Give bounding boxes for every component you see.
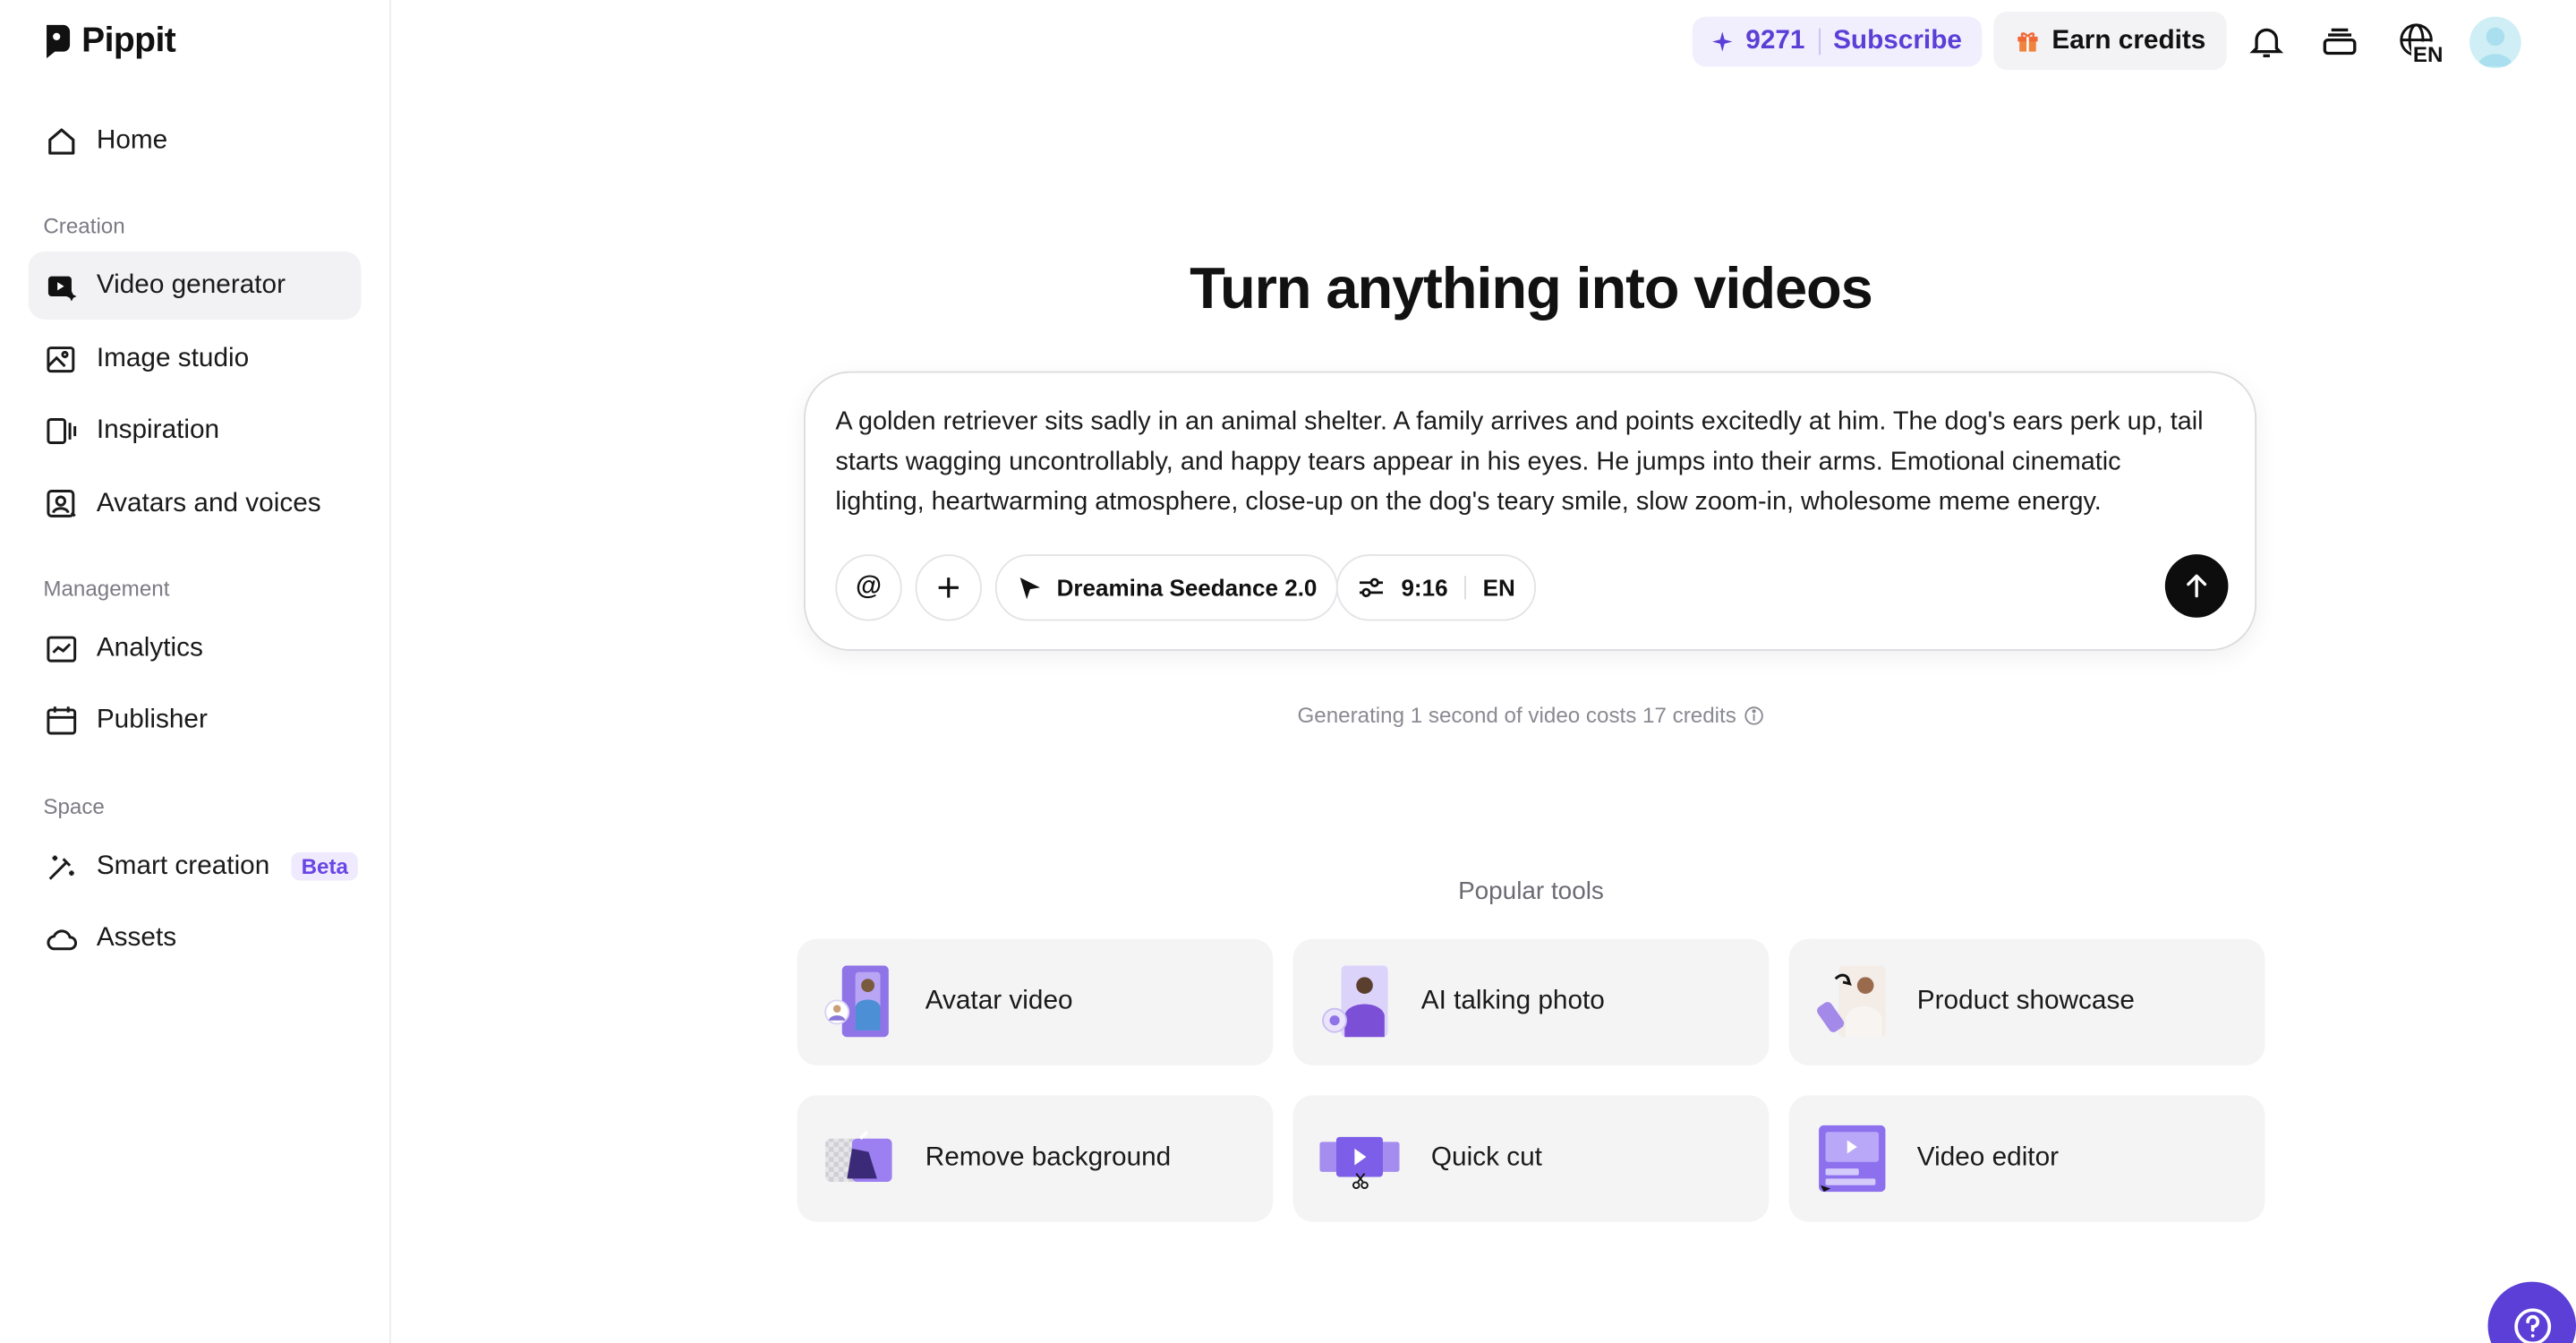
- user-avatar-icon: [2478, 27, 2513, 67]
- info-icon[interactable]: [1744, 705, 1764, 724]
- cost-note-text: Generating 1 second of video costs 17 cr…: [1297, 702, 1736, 728]
- cloud-icon: [47, 928, 78, 950]
- sidebar-item-label: Publisher: [96, 705, 208, 733]
- tool-quick-cut[interactable]: Quick cut: [1292, 1095, 1770, 1222]
- tool-label: Remove background: [925, 1143, 1172, 1172]
- tool-remove-background[interactable]: Remove background: [797, 1095, 1274, 1222]
- sidebar-item-smart-creation[interactable]: Smart creation Beta: [29, 833, 362, 901]
- beta-badge: Beta: [291, 851, 359, 881]
- credits-count: 9271: [1745, 26, 1805, 56]
- divider: [1818, 28, 1821, 56]
- language-code: EN: [2410, 41, 2445, 67]
- sliders-icon: [1359, 577, 1383, 597]
- video-editor-icon: [1819, 1125, 1886, 1193]
- sidebar-item-assets[interactable]: Assets: [29, 904, 362, 972]
- inspiration-icon: [47, 417, 77, 444]
- video-generator-icon: [47, 275, 77, 301]
- tool-label: Product showcase: [1916, 987, 2135, 1016]
- sidebar-item-label: Analytics: [96, 633, 203, 663]
- sidebar-item-avatars-voices[interactable]: Avatars and voices: [29, 469, 362, 537]
- product-showcase-icon: [1817, 965, 1886, 1038]
- quick-cut-icon: [1319, 1136, 1400, 1190]
- avatar-video-icon: [824, 965, 889, 1038]
- avatar-voice-icon: [47, 489, 76, 517]
- section-label-management: Management: [43, 576, 170, 602]
- model-name: Dreamina Seedance 2.0: [1056, 574, 1318, 602]
- sidebar-item-label: Video generator: [96, 270, 286, 299]
- tool-video-editor[interactable]: Video editor: [1788, 1095, 2265, 1222]
- help-icon: [2513, 1307, 2551, 1343]
- home-icon: [48, 127, 75, 154]
- tool-ai-talking-photo[interactable]: AI talking photo: [1292, 938, 1770, 1065]
- earn-credits-label: Earn credits: [2051, 25, 2206, 55]
- section-label-space: Space: [43, 793, 105, 819]
- at-icon: @: [855, 572, 882, 602]
- inbox-button[interactable]: [2318, 20, 2361, 63]
- tool-label: Avatar video: [925, 987, 1073, 1016]
- bell-icon: [2249, 28, 2284, 57]
- aspect-ratio-value: 9:16: [1401, 574, 1448, 602]
- app-name: Pippit: [81, 21, 176, 60]
- sidebar-item-label: Inspiration: [96, 415, 220, 444]
- sidebar-item-label: Home: [96, 125, 168, 154]
- model-selector[interactable]: Dreamina Seedance 2.0: [994, 554, 1339, 621]
- user-avatar[interactable]: [2469, 16, 2521, 69]
- add-attachment-button[interactable]: [915, 554, 982, 621]
- plus-icon: [938, 577, 959, 598]
- tool-label: Quick cut: [1430, 1143, 1542, 1172]
- sidebar-item-home[interactable]: Home: [29, 107, 362, 175]
- prompt-language-value: EN: [1482, 574, 1515, 602]
- calendar-icon: [47, 706, 77, 734]
- sidebar: Pippit Home Creation Video generator Ima…: [0, 0, 391, 1343]
- sidebar-item-label: Image studio: [96, 343, 250, 372]
- sidebar-item-image-studio[interactable]: Image studio: [29, 325, 362, 393]
- mention-button[interactable]: @: [835, 554, 902, 621]
- magic-wand-icon: [48, 854, 74, 879]
- section-label-creation: Creation: [43, 212, 125, 238]
- settings-selector[interactable]: 9:16 EN: [1335, 554, 1537, 621]
- gift-icon: [2017, 32, 2038, 52]
- help-button[interactable]: [2487, 1281, 2576, 1343]
- stack-icon: [2323, 28, 2357, 56]
- sparkle-icon: [1712, 31, 1733, 52]
- earn-credits-button[interactable]: Earn credits: [1993, 12, 2228, 71]
- page-title: Turn anything into videos: [1190, 256, 1873, 321]
- sidebar-item-label: Smart creation: [96, 851, 270, 880]
- sidebar-item-label: Assets: [96, 922, 177, 952]
- tool-avatar-video[interactable]: Avatar video: [797, 938, 1274, 1065]
- credits-subscribe-pill[interactable]: 9271 Subscribe: [1692, 16, 1983, 67]
- cost-note: Generating 1 second of video costs 17 cr…: [1032, 702, 2031, 728]
- talking-photo-icon: [1322, 965, 1388, 1038]
- analytics-icon: [47, 635, 77, 662]
- subscribe-link[interactable]: Subscribe: [1833, 27, 1962, 56]
- sidebar-item-analytics[interactable]: Analytics: [29, 614, 362, 682]
- arrow-up-icon: [2187, 574, 2207, 598]
- sidebar-item-publisher[interactable]: Publisher: [29, 686, 362, 754]
- language-button[interactable]: EN: [2390, 20, 2446, 67]
- divider: [1464, 576, 1467, 600]
- sidebar-item-video-generator[interactable]: Video generator: [28, 251, 362, 320]
- send-button[interactable]: [2164, 554, 2229, 618]
- prompt-card: A golden retriever sits sadly in an anim…: [803, 371, 2257, 651]
- tool-label: AI talking photo: [1420, 987, 1605, 1016]
- pippit-logo-icon: [47, 24, 71, 59]
- dreamina-logo-icon: [1019, 577, 1040, 600]
- remove-background-icon: [825, 1130, 892, 1183]
- tool-product-showcase[interactable]: Product showcase: [1788, 938, 2265, 1065]
- tool-label: Video editor: [1916, 1143, 2060, 1172]
- logo[interactable]: Pippit: [43, 21, 176, 62]
- image-studio-icon: [47, 346, 75, 372]
- notifications-button[interactable]: [2245, 20, 2288, 63]
- sidebar-item-label: Avatars and voices: [96, 488, 321, 518]
- popular-tools-heading: Popular tools: [1458, 877, 1604, 906]
- sidebar-item-inspiration[interactable]: Inspiration: [29, 396, 362, 464]
- prompt-input[interactable]: A golden retriever sits sadly in an anim…: [835, 403, 2216, 523]
